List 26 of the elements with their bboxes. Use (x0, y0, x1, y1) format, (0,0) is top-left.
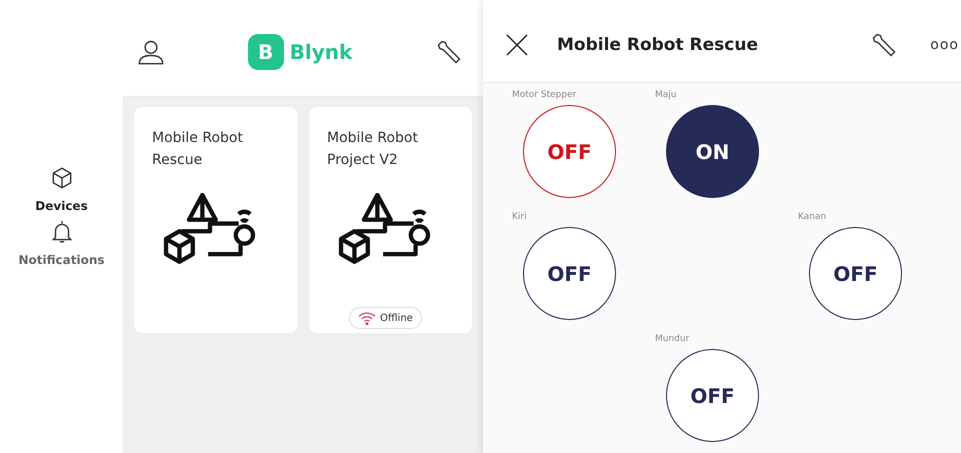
device-card[interactable]: Mobile Robot Rescue (134, 107, 297, 333)
bell-icon (48, 219, 74, 245)
switch-button[interactable]: OFF (809, 227, 902, 320)
nav-item[interactable]: Notifications (18, 219, 105, 267)
dashboard-title: Mobile Robot Rescue (557, 35, 759, 55)
device-name: Mobile Robot Project V2 (327, 129, 419, 170)
widget-label: Mundur (655, 334, 690, 344)
switch-button[interactable]: ON (666, 105, 759, 198)
user-icon[interactable] (137, 38, 165, 66)
logo-mark: B (248, 34, 284, 70)
wrench-icon[interactable] (435, 38, 463, 66)
nav-item[interactable]: Devices (35, 165, 88, 213)
more-button[interactable]: ooo (930, 37, 959, 53)
device-name: Mobile Robot Rescue (152, 129, 244, 170)
switch-button[interactable]: OFF (523, 105, 616, 198)
wifi-icon (358, 311, 376, 325)
widget-label: Kanan (798, 212, 826, 222)
switch-button[interactable]: OFF (523, 227, 616, 320)
logo-text: Blynk (290, 40, 352, 64)
widget-label: Motor Stepper (512, 90, 576, 100)
widget-label: Kiri (512, 212, 527, 222)
switch-button[interactable]: OFF (666, 349, 759, 442)
close-icon[interactable] (505, 33, 529, 57)
device-card[interactable]: Mobile Robot Project V2 Offline (309, 107, 472, 333)
widget-label: Maju (655, 90, 676, 100)
status-text: Offline (380, 312, 413, 324)
